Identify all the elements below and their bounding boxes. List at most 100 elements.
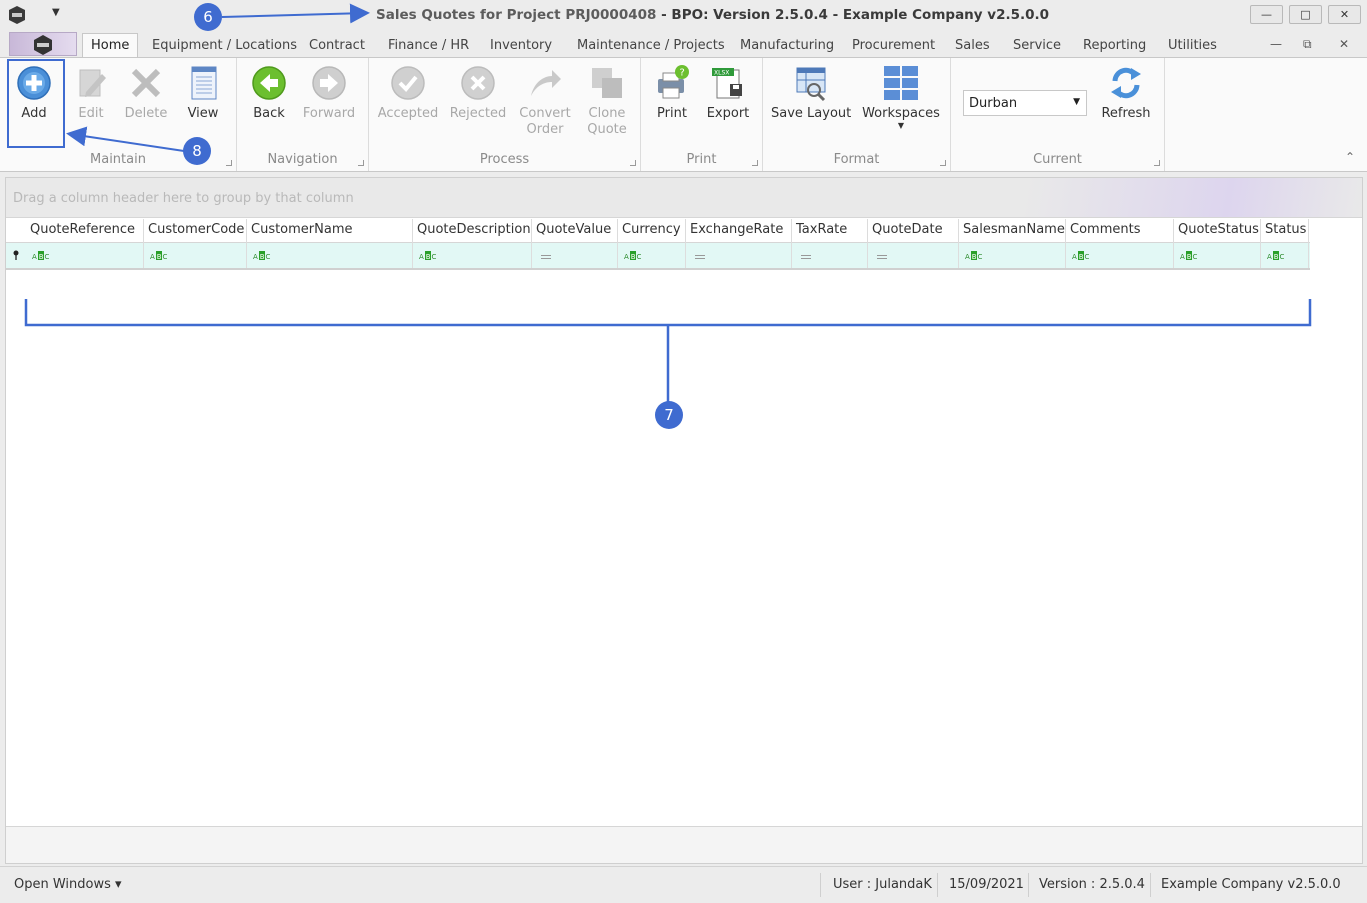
filter-cell-quotedescription[interactable]: ABC — [413, 243, 532, 268]
accepted-button[interactable]: Accepted — [377, 64, 439, 122]
svg-text:B: B — [1274, 253, 1279, 260]
app-menu-icon — [34, 35, 52, 55]
filter-cell-quotevalue[interactable] — [532, 243, 618, 268]
filter-cell-quotereference[interactable]: ABC — [26, 243, 144, 268]
maximize-button[interactable]: □ — [1289, 5, 1322, 24]
tab-contract[interactable]: Contract — [309, 38, 365, 53]
forward-arrow-icon — [312, 66, 346, 100]
filter-cell-salesmanname[interactable]: ABC — [959, 243, 1066, 268]
text-filter-icon: ABC — [419, 251, 437, 260]
quick-access-dropdown-icon[interactable]: ▼ — [52, 7, 60, 18]
column-header-customercode[interactable]: CustomerCode — [144, 219, 247, 243]
tab-manufacturing[interactable]: Manufacturing — [740, 38, 834, 53]
svg-text:B: B — [157, 253, 162, 260]
filter-cell-exchangerate[interactable] — [686, 243, 792, 268]
clone-quote-button[interactable]: Clone Quote — [581, 64, 633, 138]
tab-home[interactable]: Home — [82, 33, 139, 59]
filter-row-indicator — [6, 243, 26, 268]
export-button[interactable]: XLSX Export — [703, 64, 753, 122]
filter-cell-customername[interactable]: ABC — [247, 243, 413, 268]
tab-utilities[interactable]: Utilities — [1168, 38, 1217, 53]
column-header-currency[interactable]: Currency — [618, 219, 686, 243]
column-header-status[interactable]: Status — [1261, 219, 1309, 243]
svg-text:B: B — [39, 253, 44, 260]
filter-cell-currency[interactable]: ABC — [618, 243, 686, 268]
filter-cell-quotestatus[interactable]: ABC — [1174, 243, 1261, 268]
text-filter-icon: ABC — [1180, 251, 1198, 260]
tab-maintenance-projects[interactable]: Maintenance / Projects — [577, 38, 725, 53]
column-header-quotestatus[interactable]: QuoteStatus — [1174, 219, 1261, 243]
printer-icon: ? — [658, 65, 689, 99]
refresh-button[interactable]: Refresh — [1096, 64, 1156, 122]
text-filter-icon: ABC — [1072, 251, 1090, 260]
file-menu-button[interactable] — [9, 32, 77, 56]
group-by-panel[interactable]: Drag a column header here to group by th… — [6, 178, 1362, 218]
maintain-launcher-icon[interactable] — [226, 160, 232, 166]
rejected-button[interactable]: Rejected — [449, 64, 507, 122]
format-launcher-icon[interactable] — [940, 160, 946, 166]
status-date: 15/09/2021 — [949, 877, 1024, 892]
filter-cell-quotedate[interactable] — [868, 243, 959, 268]
current-launcher-icon[interactable] — [1154, 160, 1160, 166]
tab-reporting[interactable]: Reporting — [1083, 38, 1146, 53]
svg-text:A: A — [624, 253, 629, 260]
filter-cell-taxrate[interactable] — [792, 243, 868, 268]
tab-finance-hr[interactable]: Finance / HR — [388, 38, 469, 53]
collapse-ribbon-icon[interactable]: ⌃ — [1345, 150, 1355, 164]
tab-procurement[interactable]: Procurement — [852, 38, 935, 53]
back-button[interactable]: Back — [247, 64, 291, 122]
site-select-value: Durban — [969, 96, 1018, 111]
status-divider — [1028, 873, 1029, 897]
svg-text:A: A — [1180, 253, 1185, 260]
open-windows-button[interactable]: Open Windows ▾ — [14, 877, 122, 892]
svg-text:XLSX: XLSX — [714, 70, 729, 77]
minimize-button[interactable]: — — [1250, 5, 1283, 24]
filter-cell-status[interactable]: ABC — [1261, 243, 1309, 268]
column-header-quotereference[interactable]: QuoteReference — [26, 219, 144, 243]
forward-button[interactable]: Forward — [301, 64, 357, 122]
column-header-salesmanname[interactable]: SalesmanName — [959, 219, 1066, 243]
status-company: Example Company v2.5.0.0 — [1161, 877, 1341, 892]
mdi-minimize-icon[interactable]: — — [1270, 37, 1282, 51]
process-launcher-icon[interactable] — [630, 160, 636, 166]
delete-button[interactable]: Delete — [122, 64, 170, 122]
filter-cell-customercode[interactable]: ABC — [144, 243, 247, 268]
column-header-customername[interactable]: CustomerName — [247, 219, 413, 243]
group-label-print: Print — [686, 152, 717, 167]
app-logo-icon[interactable] — [7, 5, 27, 25]
close-button[interactable]: ✕ — [1328, 5, 1361, 24]
tab-inventory[interactable]: Inventory — [490, 38, 552, 53]
add-button-highlight — [7, 59, 65, 148]
navigation-launcher-icon[interactable] — [358, 160, 364, 166]
text-filter-icon: ABC — [32, 251, 50, 260]
mdi-close-icon[interactable]: ✕ — [1339, 37, 1349, 51]
svg-text:B: B — [1187, 253, 1192, 260]
group-label-current: Current — [1033, 152, 1082, 167]
svg-text:A: A — [150, 253, 155, 260]
svg-text:B: B — [631, 253, 636, 260]
column-header-taxrate[interactable]: TaxRate — [792, 219, 868, 243]
column-header-comments[interactable]: Comments — [1066, 219, 1174, 243]
group-print: ? Print XLSX Export Print — [641, 58, 763, 171]
site-select[interactable]: Durban ▼ — [963, 90, 1087, 116]
column-header-quotedescription[interactable]: QuoteDescription — [413, 219, 532, 243]
column-header-quotevalue[interactable]: QuoteValue — [532, 219, 618, 243]
save-layout-button[interactable]: Save Layout — [771, 64, 851, 122]
edit-button[interactable]: Edit — [68, 64, 114, 122]
mdi-restore-icon[interactable]: ⧉ — [1303, 37, 1312, 52]
convert-order-button[interactable]: Convert Order — [517, 64, 573, 138]
filter-cell-comments[interactable]: ABC — [1066, 243, 1174, 268]
callout-8: 8 — [183, 137, 211, 165]
group-navigation: Back Forward Navigation — [237, 58, 369, 171]
equals-filter-icon — [541, 255, 551, 259]
column-header-quotedate[interactable]: QuoteDate — [868, 219, 959, 243]
tab-sales[interactable]: Sales — [955, 38, 990, 53]
column-header-exchangerate[interactable]: ExchangeRate — [686, 219, 792, 243]
print-launcher-icon[interactable] — [752, 160, 758, 166]
print-button[interactable]: ? Print — [649, 64, 695, 122]
view-button[interactable]: View — [180, 64, 226, 122]
tab-service[interactable]: Service — [1013, 38, 1061, 53]
workspaces-button[interactable]: Workspaces ▼ — [861, 64, 941, 130]
text-filter-icon: ABC — [965, 251, 983, 260]
tab-equipment-locations[interactable]: Equipment / Locations — [152, 38, 297, 53]
